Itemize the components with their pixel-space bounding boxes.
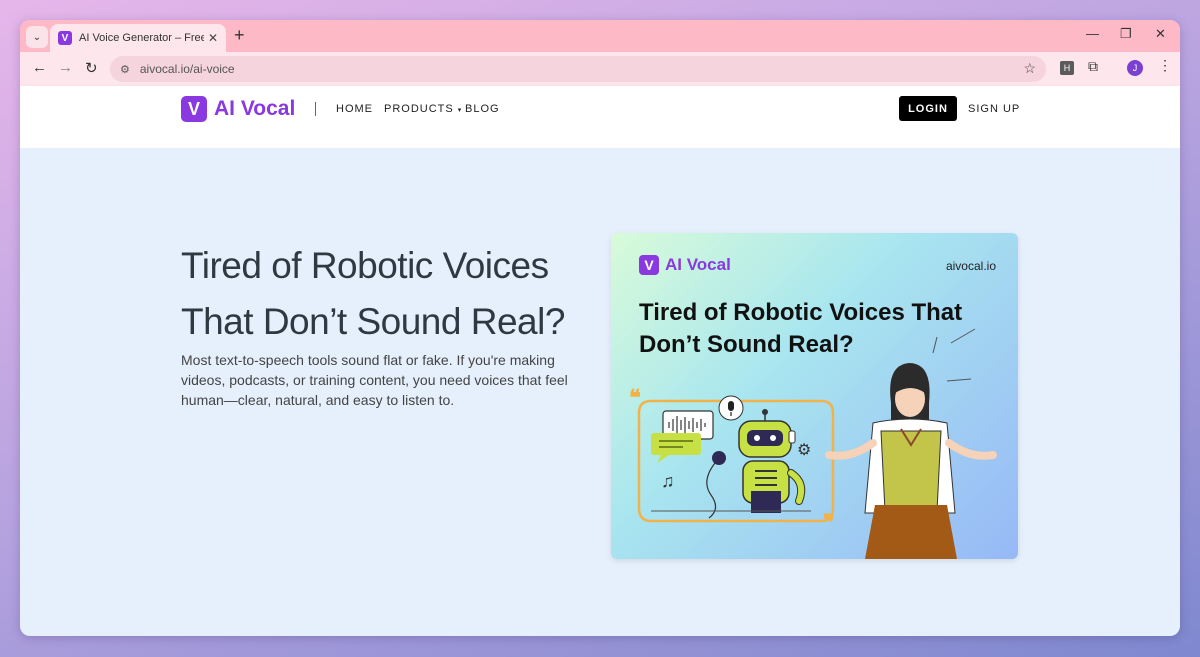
nav-products-label: PRODUCTS	[384, 103, 454, 115]
card-logo-mark-icon: V	[639, 255, 659, 275]
site-logo[interactable]: V AI Vocal	[181, 96, 295, 122]
tab-title: AI Voice Generator – Free Text t	[79, 32, 204, 44]
bookmark-star-icon[interactable]: ☆	[1023, 60, 1036, 77]
menu-kebab-icon[interactable]: ⋮	[1158, 57, 1172, 74]
extensions-puzzle-icon[interactable]: ⧉	[1088, 58, 1098, 75]
new-tab-button[interactable]: +	[234, 25, 245, 46]
address-bar[interactable]: ⚙ aivocal.io/ai-voice ☆	[110, 56, 1046, 82]
tab-active[interactable]: V AI Voice Generator – Free Text t ✕	[50, 24, 226, 52]
profile-avatar[interactable]: J	[1127, 60, 1143, 76]
nav-blog[interactable]: BLOG	[465, 103, 500, 115]
site-info-icon[interactable]: ⚙	[120, 63, 130, 76]
browser-window: ⌄ V AI Voice Generator – Free Text t ✕ +…	[20, 20, 1180, 636]
reload-icon[interactable]: ↻	[85, 59, 98, 77]
signup-link[interactable]: SIGN UP	[968, 103, 1020, 115]
card-logo-text: AI Vocal	[665, 255, 731, 274]
illustration-art: ❝ ❞ ♫ ⚙	[629, 328, 997, 559]
site-header: V AI Vocal HOME PRODUCTS ▾ BLOG LOGIN SI…	[20, 86, 1180, 132]
tab-favicon-icon: V	[58, 31, 72, 45]
minimize-icon[interactable]: —	[1086, 26, 1099, 41]
hero-illustration-card: ❝ ❞ ♫ ⚙ V AI Vocal aivocal.io Tired of R…	[611, 233, 1018, 559]
logo-text: AI Vocal	[214, 97, 296, 120]
browser-toolbar: ← → ↻ ⚙ aivocal.io/ai-voice ☆ H ⧉ J ⋮	[20, 52, 1180, 86]
caret-down-icon: ▾	[457, 107, 463, 114]
card-logo: V AI Vocal	[639, 255, 731, 275]
hero-body: Most text-to-speech tools sound flat or …	[181, 352, 568, 408]
hero-title: Tired of Robotic Voices That Don’t Sound…	[181, 238, 601, 350]
card-title: Tired of Robotic Voices That Don’t Sound…	[639, 299, 963, 358]
back-icon[interactable]: ←	[32, 59, 47, 76]
restore-icon[interactable]: ❐	[1120, 26, 1132, 42]
svg-text:♫: ♫	[661, 471, 675, 491]
card-domain: aivocal.io	[945, 259, 996, 273]
svg-text:⚙: ⚙	[797, 442, 811, 459]
header-divider	[315, 102, 316, 116]
hero-title-line2: That Don’t Sound Real?	[181, 301, 565, 342]
extension-h-icon[interactable]: H	[1060, 61, 1074, 75]
login-button[interactable]: LOGIN	[899, 96, 957, 121]
url-text: aivocal.io/ai-voice	[139, 62, 235, 76]
close-icon[interactable]: ✕	[208, 31, 218, 45]
window-close-icon[interactable]: ✕	[1155, 26, 1166, 42]
tab-strip: ⌄ V AI Voice Generator – Free Text t ✕ +…	[20, 20, 1180, 52]
hero-title-line1: Tired of Robotic Voices	[181, 245, 549, 286]
chevron-down-icon: ⌄	[32, 31, 42, 43]
tab-search-button[interactable]: ⌄	[26, 26, 48, 48]
header-spacer	[20, 132, 1180, 148]
nav-home[interactable]: HOME	[336, 103, 373, 115]
svg-text:❝: ❝	[629, 385, 641, 410]
nav-products[interactable]: PRODUCTS ▾	[384, 103, 462, 115]
logo-mark-icon: V	[181, 96, 207, 122]
svg-text:❞: ❞	[823, 510, 835, 535]
forward-icon[interactable]: →	[58, 59, 73, 76]
